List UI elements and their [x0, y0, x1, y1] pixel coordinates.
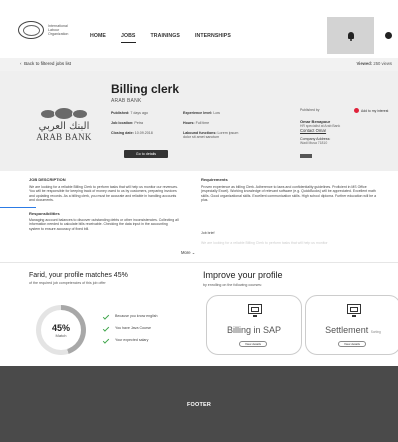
map-button[interactable]	[300, 154, 312, 158]
company-name: ARAB BANK	[111, 98, 142, 104]
course-card[interactable]: Settlement Sorting View details	[305, 295, 398, 355]
top-navigation: International Labour Organization HOME J…	[0, 0, 398, 58]
chevron-down-icon: ⌄	[191, 250, 196, 255]
bell-icon	[347, 32, 354, 41]
more-label: More	[181, 250, 191, 255]
course-name: Settlement Sorting	[306, 325, 398, 335]
published-value: 7 days ago	[130, 111, 148, 115]
improve-subtitle: by enrolling on the following courses:	[203, 283, 262, 287]
nav-internships[interactable]: INTERNSHIPS	[195, 33, 231, 43]
published-by-label: Published by	[300, 108, 320, 112]
hours-meta: Hours: Full time	[183, 121, 209, 125]
match-label: Match	[55, 332, 67, 338]
logo-text: International Labour Organization	[48, 23, 69, 37]
view-details-button[interactable]: View details	[239, 341, 267, 347]
published-label: Published:	[111, 111, 130, 115]
add-to-interest-button[interactable]: Add to my interest	[354, 108, 388, 113]
address-value: Wadi Musa 71810	[300, 141, 328, 145]
bank-logo-arabic: البنك العربي	[38, 121, 90, 132]
viewed-label: Viewed:	[356, 61, 373, 66]
closing-label: Closing date:	[111, 131, 134, 135]
match-reason-text: You have Java Course	[115, 326, 152, 330]
job-brief-heading: Job brief	[201, 231, 215, 235]
ilo-logo[interactable]: International Labour Organization	[18, 21, 78, 39]
globe-icon	[18, 21, 44, 39]
user-menu-button[interactable]	[378, 17, 398, 54]
match-percent: 45%	[51, 322, 70, 333]
view-count: Viewed: 250 views	[356, 61, 392, 66]
more-button[interactable]: More ⌄	[181, 250, 195, 255]
responsibilities-text: Managing account balances to discover ou…	[29, 218, 179, 231]
responsibilities-heading: Responsibilities	[29, 211, 60, 216]
breadcrumb-bar: ‹ Back to filtered jobs list Viewed: 250…	[0, 58, 398, 71]
match-reasons: Because you know english You have Java C…	[102, 310, 158, 346]
match-reason-text: Because you know english	[115, 314, 158, 318]
closing-value: 10.09.2018	[134, 131, 153, 135]
check-icon	[102, 336, 110, 344]
functions-meta: Labound functions: Lorem ipsum dolor sit…	[183, 131, 243, 139]
experience-meta: Experience level: Low	[183, 111, 220, 115]
course-tag: Sorting	[370, 330, 381, 334]
requirements-heading: Requirements	[201, 177, 228, 182]
course-card[interactable]: Billing in SAP View details	[206, 295, 302, 355]
go-to-details-button[interactable]: Go to details	[124, 150, 168, 158]
match-reason: Because you know english	[102, 310, 158, 322]
publisher-card: Published by Omar Benapour HR specialist…	[300, 108, 340, 163]
improve-title: Improve your profile	[203, 270, 283, 280]
published-meta: Published: 7 days ago	[111, 111, 148, 115]
donut-center: 45% Match	[41, 310, 81, 350]
add-interest-label: Add to my interest	[361, 108, 389, 113]
view-details-button[interactable]: View details	[338, 341, 366, 347]
job-title: Billing clerk	[111, 82, 180, 96]
hours-label: Hours:	[183, 121, 195, 125]
experience-value: Low	[213, 111, 220, 115]
match-reason-text: Your expected salary	[115, 338, 149, 342]
hours-value: Full time	[195, 121, 210, 125]
viewed-value: 250 views	[373, 61, 392, 66]
nav-trainings[interactable]: TRAININGS	[151, 33, 180, 43]
match-donut-chart: 45% Match	[36, 305, 86, 355]
location-label: Job location:	[111, 121, 134, 125]
main-nav: HOME JOBS TRAININGS INTERNSHIPS	[90, 33, 246, 43]
closing-meta: Closing date: 10.09.2018	[111, 131, 153, 135]
notifications-button[interactable]	[327, 17, 374, 54]
location-value: Petra	[134, 121, 143, 125]
match-reason: You have Java Course	[102, 322, 158, 334]
heart-icon	[354, 108, 359, 113]
description-heading: JOB DESCRIPTION	[29, 177, 66, 182]
requirements-text: Proven experience as billing Clerk. Adhe…	[201, 185, 377, 203]
user-icon	[384, 32, 392, 39]
match-reason: Your expected salary	[102, 334, 158, 346]
check-icon	[102, 312, 110, 320]
description-text: We are looking for a reliable Billing Cl…	[29, 185, 178, 203]
company-logo: البنك العربي ARAB BANK	[32, 107, 96, 142]
check-icon	[102, 324, 110, 332]
course-title: Settlement	[325, 325, 369, 335]
monitor-icon	[347, 304, 361, 317]
match-title: Farid, your profile matches 45%	[29, 272, 128, 279]
blue-divider	[0, 207, 36, 208]
location-meta: Job location: Petra	[111, 121, 143, 125]
description-fade	[0, 236, 398, 258]
nav-home[interactable]: HOME	[90, 33, 106, 43]
back-link[interactable]: ‹ Back to filtered jobs list	[20, 61, 71, 66]
bank-logo-latin: ARAB BANK	[36, 132, 92, 142]
course-name: Billing in SAP	[226, 325, 282, 335]
footer: FOOTER	[0, 366, 398, 442]
bank-emblem-icon	[32, 107, 96, 120]
back-label: Back to filtered jobs list	[24, 61, 72, 66]
nav-jobs[interactable]: JOBS	[120, 33, 136, 43]
experience-label: Experience level:	[183, 111, 213, 115]
match-subtitle: of the required job competencies of this…	[29, 281, 106, 285]
monitor-icon	[248, 304, 262, 317]
footer-label: FOOTER	[186, 402, 212, 408]
